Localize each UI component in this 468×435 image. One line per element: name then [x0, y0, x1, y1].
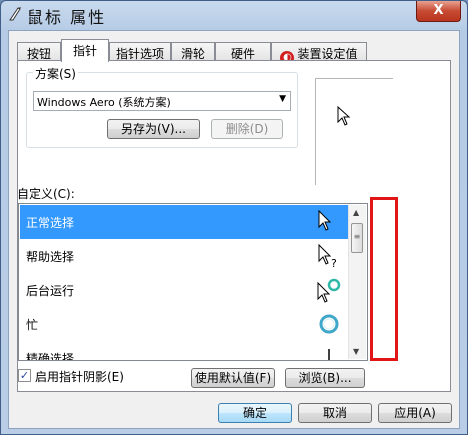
tab-label: 硬件	[230, 47, 255, 61]
title-bar[interactable]: 鼠标 属性 X	[1, 1, 467, 29]
scroll-up-arrow-icon[interactable]: ▲	[353, 208, 359, 217]
list-item-label: 忙	[26, 318, 39, 332]
list-item-label: 帮助选择	[26, 250, 75, 264]
busy-cursor-icon	[319, 314, 339, 334]
scheme-dropdown[interactable]: Windows Aero (系统方案) ▼	[33, 91, 291, 111]
arrow-cursor-icon	[318, 209, 332, 231]
svg-text:?: ?	[331, 257, 337, 269]
precision-cursor-icon	[328, 349, 330, 360]
list-scrollbar[interactable]: ▲ ≡ ▼	[348, 205, 366, 359]
tab-pointer-options[interactable]: 指针选项	[109, 42, 171, 61]
tab-pointers[interactable]: 指针	[61, 39, 109, 62]
scroll-down-arrow-icon[interactable]: ▼	[353, 347, 359, 356]
save-as-button[interactable]: 另存为(V)...	[107, 119, 200, 139]
close-button[interactable]: X	[416, 1, 461, 22]
window-title: 鼠标 属性	[27, 8, 107, 27]
use-default-button[interactable]: 使用默认值(F)	[191, 368, 275, 388]
scroll-thumb[interactable]: ≡	[351, 223, 363, 253]
delete-button[interactable]: 删除(D)	[211, 119, 283, 139]
scrollbar-highlight-annotation	[370, 197, 398, 361]
tab-wheel[interactable]: 滑轮	[171, 42, 215, 61]
list-item-label: 后台运行	[26, 284, 75, 298]
customize-label: 自定义(C):	[17, 187, 75, 201]
tab-label: 按钮	[26, 47, 51, 61]
shadow-checkbox[interactable]: ✓	[18, 369, 31, 382]
tab-label: 装置设定值	[297, 47, 358, 61]
pointers-panel: 方案(S) Windows Aero (系统方案) ▼ 另存为(V)... 删除…	[17, 60, 451, 392]
tab-label: 指针	[72, 44, 97, 58]
browse-button[interactable]: 浏览(B)...	[285, 368, 365, 388]
scheme-group: 方案(S) Windows Aero (系统方案) ▼ 另存为(V)... 删除…	[26, 65, 298, 148]
tab-label: 滑轮	[180, 47, 205, 61]
list-item[interactable]: 忙	[20, 307, 349, 341]
working-cursor-icon	[317, 278, 341, 303]
mouse-icon	[9, 7, 21, 21]
cursor-preview	[315, 78, 393, 185]
tab-hardware[interactable]: 硬件	[215, 42, 271, 61]
cancel-button[interactable]: 取消	[298, 403, 372, 423]
cursor-list[interactable]: 正常选择 帮助选择 ? 后台运行 忙 精确选择 ▲ ≡ ▼	[18, 203, 368, 361]
list-item[interactable]: 后台运行	[20, 273, 349, 307]
list-item-label: 精确选择	[26, 352, 75, 361]
list-item[interactable]: 精确选择	[20, 341, 349, 361]
scheme-selected-value: Windows Aero (系统方案)	[37, 96, 171, 109]
list-item-label: 正常选择	[26, 216, 75, 230]
arrow-cursor-icon	[337, 106, 351, 126]
apply-button[interactable]: 应用(A)	[378, 403, 452, 423]
help-cursor-icon: ?	[318, 243, 337, 269]
shadow-label: 启用指针阴影(E)	[35, 370, 124, 384]
list-item[interactable]: 正常选择	[20, 205, 349, 239]
ok-button[interactable]: 确定	[218, 403, 292, 423]
tab-buttons[interactable]: 按钮	[17, 42, 61, 61]
scheme-label: 方案(S)	[33, 65, 78, 82]
tab-device-settings[interactable]: ◐ 装置设定值	[271, 42, 367, 65]
chevron-down-icon: ▼	[279, 94, 286, 104]
list-item[interactable]: 帮助选择 ?	[20, 239, 349, 273]
mouse-properties-window: 鼠标 属性 X 按钮 指针 指针选项 滑轮 硬件 ◐ 装置设定值 方案(S) Wi…	[0, 0, 468, 435]
dialog-client-area: 按钮 指针 指针选项 滑轮 硬件 ◐ 装置设定值 方案(S) Windows Ae…	[8, 30, 460, 429]
tab-label: 指针选项	[115, 47, 164, 61]
